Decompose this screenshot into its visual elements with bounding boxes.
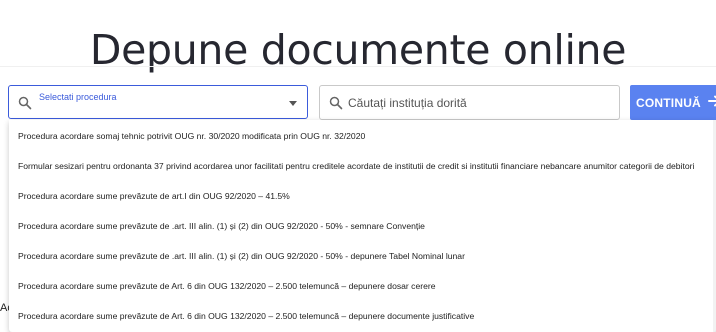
dropdown-option[interactable]: Procedura acordare sume prevăzute de .ar… <box>18 250 465 262</box>
continue-button[interactable]: CONTINUĂ <box>630 85 716 120</box>
search-icon <box>329 96 343 115</box>
caret-down-icon[interactable] <box>289 101 297 106</box>
dropdown-option[interactable]: Procedura acordare sume prevăzute de Art… <box>18 280 436 292</box>
arrow-right-icon <box>707 95 716 110</box>
dropdown-option[interactable]: Procedura acordare somaj tehnic potrivit… <box>18 130 365 142</box>
institution-search-input[interactable] <box>348 86 608 119</box>
dropdown-option[interactable]: Procedura acordare sume prevăzute de Art… <box>18 310 474 322</box>
procedure-dropdown: Procedura acordare somaj tehnic potrivit… <box>9 120 716 332</box>
procedure-select-label: Selectati procedura <box>39 92 117 102</box>
procedure-select[interactable]: Selectati procedura <box>8 85 308 119</box>
continue-button-label: CONTINUĂ <box>636 95 701 110</box>
search-icon <box>18 96 32 115</box>
dropdown-option[interactable]: Procedura acordare sume prevăzute de .ar… <box>18 220 425 232</box>
dropdown-option[interactable]: Formular sesizari pentru ordonanta 37 pr… <box>18 160 694 172</box>
dropdown-option[interactable]: Procedura acordare sume prevăzute de art… <box>18 190 290 202</box>
header-divider <box>0 66 716 67</box>
institution-search[interactable] <box>319 85 620 120</box>
